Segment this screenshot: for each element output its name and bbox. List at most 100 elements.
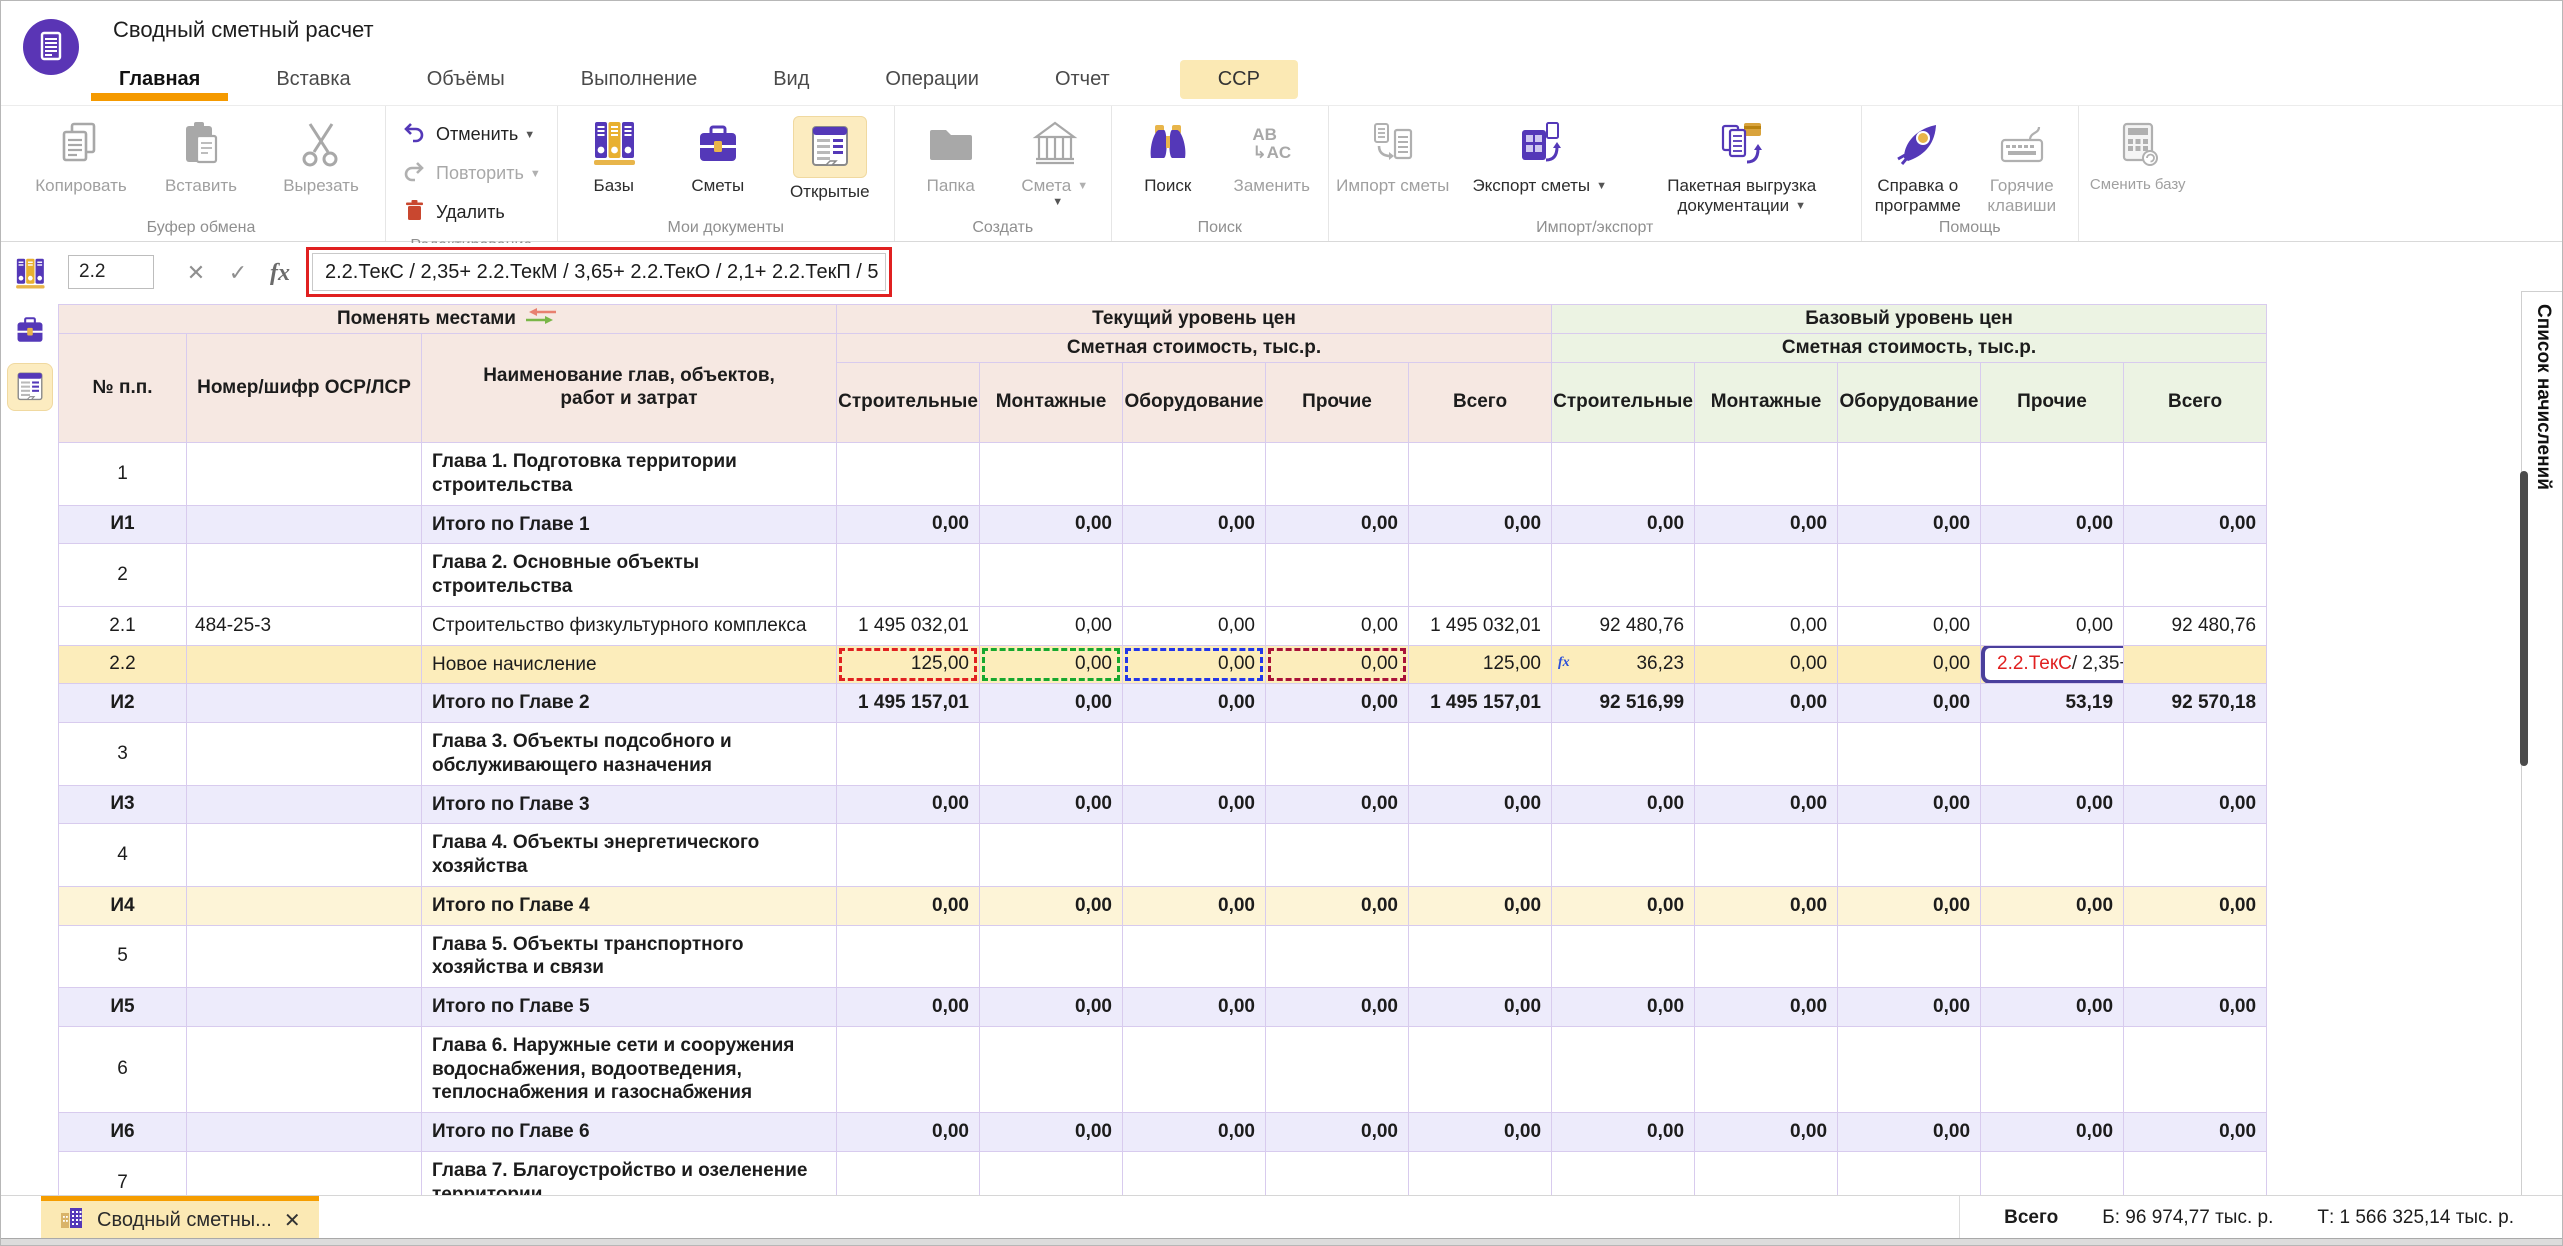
grid-cell[interactable]: 0,00 [2124, 505, 2267, 544]
grid-cell[interactable]: 0,00 [2124, 886, 2267, 925]
grid-cell[interactable] [1838, 443, 1981, 506]
tab-vid[interactable]: Вид [767, 60, 815, 99]
grid-cell[interactable] [2124, 925, 2267, 988]
grid-cell[interactable]: 0,00 [1409, 785, 1552, 824]
grid-cell[interactable]: Глава 7. Благоустройство и озеленение те… [422, 1151, 837, 1196]
grid-cell[interactable]: 0,00 [1266, 785, 1409, 824]
grid-cell[interactable] [1123, 723, 1266, 786]
grid-cell[interactable] [1409, 723, 1552, 786]
cancel-formula-button[interactable]: ✕ [178, 255, 214, 291]
grid-cell[interactable]: И6 [59, 1113, 187, 1152]
grid-cell[interactable] [1552, 824, 1695, 887]
grid-cell[interactable]: 0,00 [1123, 988, 1266, 1027]
grid-cell[interactable]: И5 [59, 988, 187, 1027]
batch-export-button[interactable]: Пакетная выгрузка документации [1629, 112, 1855, 215]
grid-cell[interactable]: Итого по Главе 3 [422, 785, 837, 824]
grid-cell[interactable]: Новое начисление [422, 645, 837, 684]
replace-button[interactable]: AB↳AC Заменить [1222, 112, 1322, 196]
grid-cell[interactable]: Глава 2. Основные объекты строительства [422, 544, 837, 607]
grid-cell[interactable] [837, 1026, 980, 1112]
grid-cell[interactable]: 0,00 [1838, 606, 1981, 645]
grid-cell[interactable] [2124, 645, 2267, 684]
grid-cell[interactable]: Глава 3. Объекты подсобного и обслуживаю… [422, 723, 837, 786]
grid-cell[interactable]: 0,00 [1409, 1113, 1552, 1152]
delete-button[interactable]: Удалить [402, 198, 541, 227]
vertical-scrollbar[interactable] [2520, 471, 2528, 766]
grid-cell[interactable]: 0,00 [980, 1113, 1123, 1152]
grid-cell[interactable]: 0,00 [980, 988, 1123, 1027]
grid-cell[interactable]: 0,00 [1981, 505, 2124, 544]
grid-cell[interactable]: И4 [59, 886, 187, 925]
grid-cell[interactable] [187, 1026, 422, 1112]
grid-cell[interactable] [1838, 544, 1981, 607]
tab-ssr[interactable]: ССР [1180, 60, 1298, 99]
grid-cell[interactable] [187, 505, 422, 544]
grid-cell[interactable]: 1 495 157,01 [837, 684, 980, 723]
grid-cell[interactable] [980, 824, 1123, 887]
tab-vypolnenie[interactable]: Выполнение [575, 60, 703, 99]
redo-button[interactable]: Повторить [402, 159, 541, 188]
tab-obyomy[interactable]: Объёмы [421, 60, 511, 99]
grid-cell[interactable]: Итого по Главе 4 [422, 886, 837, 925]
grid-cell[interactable]: 1 495 032,01 [1409, 606, 1552, 645]
tab-glavnaya[interactable]: Главная [113, 60, 206, 99]
grid-cell[interactable]: 2.2 [59, 645, 187, 684]
grid-cell[interactable]: 0,00 [1552, 988, 1695, 1027]
grid-cell[interactable] [1409, 925, 1552, 988]
grid-cell[interactable] [187, 1151, 422, 1196]
copy-button[interactable]: Копировать [23, 112, 139, 196]
grid-cell[interactable]: 0,00 [1981, 606, 2124, 645]
grid-cell[interactable]: 0,00 [980, 684, 1123, 723]
sidebar-estimates-icon[interactable] [8, 307, 52, 353]
open-documents-button[interactable]: Открытые [772, 112, 888, 202]
sidebar-open-documents-icon[interactable] [7, 363, 53, 411]
paste-button[interactable]: Вставить [143, 112, 259, 196]
grid-cell[interactable]: 0,00 [1552, 1113, 1695, 1152]
grid-cell[interactable]: 0,00 [1838, 645, 1981, 684]
grid-cell[interactable]: 0,00 [1123, 1113, 1266, 1152]
grid-cell[interactable]: 0,00 [1266, 606, 1409, 645]
grid-cell[interactable]: Глава 4. Объекты энергетического хозяйст… [422, 824, 837, 887]
grid-cell[interactable]: Глава 6. Наружные сети и сооружения водо… [422, 1026, 837, 1112]
grid-cell[interactable]: Итого по Главе 5 [422, 988, 837, 1027]
hotkeys-button[interactable]: Горячие клавиши [1972, 112, 2072, 215]
grid-cell[interactable]: 0,00 [1552, 505, 1695, 544]
grid-cell[interactable]: 0,00 [980, 785, 1123, 824]
grid-cell[interactable] [1695, 723, 1838, 786]
grid-cell[interactable]: 0,00 [1981, 785, 2124, 824]
grid-cell[interactable]: 0,00 [2124, 988, 2267, 1027]
grid-cell[interactable] [1409, 443, 1552, 506]
grid-cell[interactable]: 0,00 [1266, 684, 1409, 723]
grid-cell[interactable] [1123, 925, 1266, 988]
grid-cell[interactable]: 0,00 [1695, 684, 1838, 723]
grid-cell[interactable] [837, 443, 980, 506]
grid-cell[interactable]: 53,19 [1981, 684, 2124, 723]
grid-cell[interactable] [980, 443, 1123, 506]
grid-cell[interactable]: 0,00 [837, 886, 980, 925]
grid-cell[interactable]: 0,00 [1123, 645, 1266, 684]
grid-cell[interactable] [1695, 443, 1838, 506]
grid-cell[interactable] [1838, 1026, 1981, 1112]
about-button[interactable]: Справка о программе [1868, 112, 1968, 215]
grid-cell[interactable]: 0,00 [1695, 505, 1838, 544]
grid-cell[interactable] [2124, 824, 2267, 887]
grid-cell[interactable]: 0,00 [1838, 886, 1981, 925]
grid-cell[interactable]: 0,00 [1123, 886, 1266, 925]
cut-button[interactable]: Вырезать [263, 112, 379, 196]
grid-cell[interactable]: 0,00 [1552, 785, 1695, 824]
grid-cell[interactable]: Итого по Главе 1 [422, 505, 837, 544]
grid-cell[interactable]: 125,00 [1409, 645, 1552, 684]
grid-cell[interactable]: 3 [59, 723, 187, 786]
formula-editor-overlay[interactable]: 2.2.ТекС / 2,35+ 2.2.ТекМ / 3,65+ 2.2.Те… [1981, 645, 2124, 684]
grid-cell[interactable] [837, 723, 980, 786]
grid-cell[interactable]: 92 516,99 [1552, 684, 1695, 723]
grid-cell[interactable]: Глава 1. Подготовка территории строитель… [422, 443, 837, 506]
tab-vstavka[interactable]: Вставка [270, 60, 356, 99]
grid-cell[interactable] [1123, 1151, 1266, 1196]
grid-cell[interactable]: 6 [59, 1026, 187, 1112]
export-estimate-button[interactable]: Экспорт сметы [1455, 112, 1625, 196]
grid-cell[interactable] [1123, 544, 1266, 607]
grid-cell[interactable]: 0,00 [980, 606, 1123, 645]
grid-cell[interactable]: 0,00 [1981, 886, 2124, 925]
grid-cell[interactable]: 0,00 [1409, 505, 1552, 544]
